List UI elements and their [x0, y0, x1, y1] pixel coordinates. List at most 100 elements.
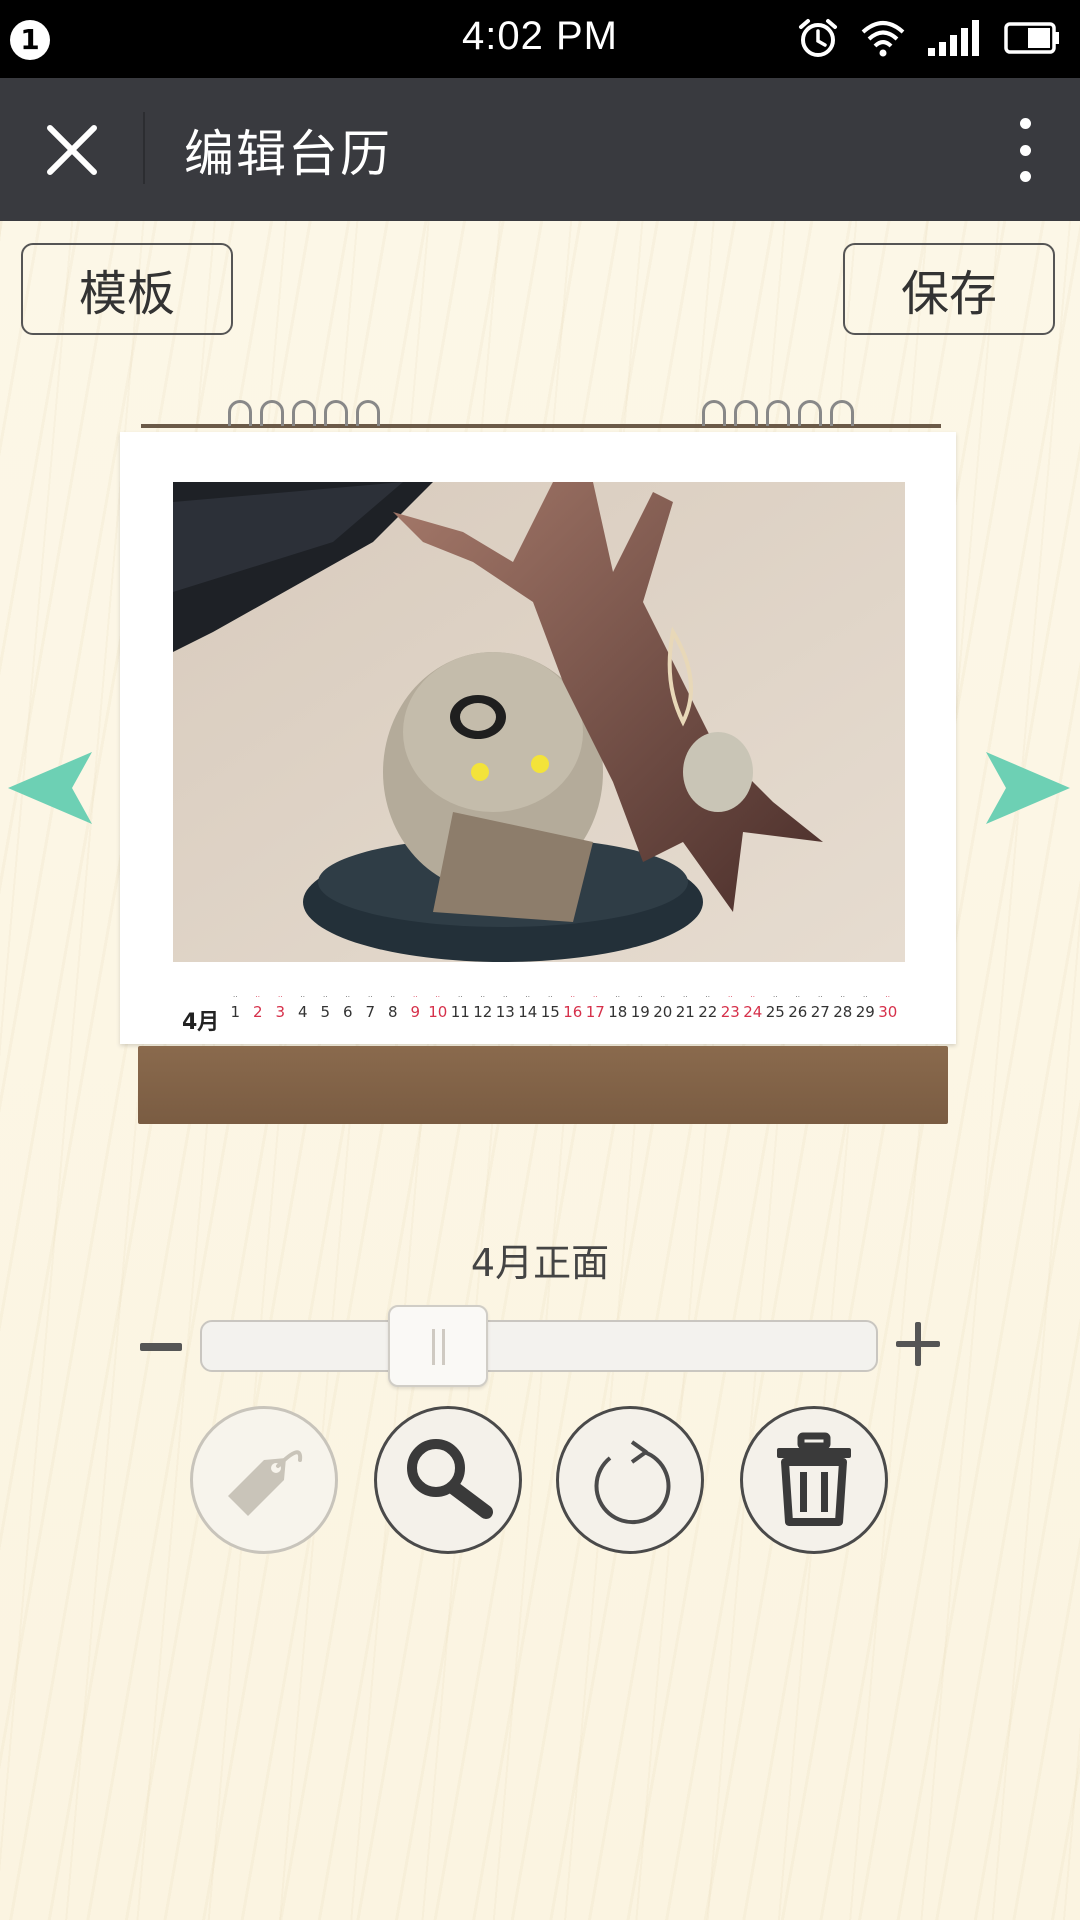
calendar-day-weekday: ·· [255, 993, 260, 1001]
desk-calendar-preview[interactable]: 4月 ·· 1 ·· 2 ·· 3 ·· 4 ·· 5 ·· 6 ·· 7 ·· 8 ·· 9 ·· 10 ·· 11 ··… [120, 400, 956, 1130]
calendar-day-weekday: ·· [750, 993, 755, 1001]
calendar-day-number: 3 [275, 1003, 286, 1021]
zoom-slider-track[interactable] [200, 1320, 878, 1372]
calendar-day-weekday: ·· [480, 993, 485, 1001]
calendar-day-number: 13 [495, 1003, 515, 1021]
rotate-button[interactable] [556, 1406, 704, 1554]
calendar-day-weekday: ·· [503, 993, 508, 1001]
calendar-day: ·· 12 [472, 992, 495, 1022]
signal-icon [928, 20, 979, 56]
status-icons [796, 16, 1062, 60]
alarm-icon [799, 19, 837, 57]
calendar-day: ·· 18 [607, 992, 630, 1022]
calendar-day: ·· 29 [854, 992, 877, 1022]
calendar-day: ·· 2 [247, 992, 270, 1022]
plus-icon[interactable] [896, 1322, 940, 1366]
arrow-right-icon[interactable] [986, 752, 1070, 824]
calendar-day: ·· 15 [539, 992, 562, 1022]
calendar-day: ·· 27 [809, 992, 832, 1022]
calendar-day-weekday: ·· [323, 993, 328, 1001]
wifi-icon [861, 21, 905, 57]
calendar-day: ·· 28 [832, 992, 855, 1022]
calendar-day: ·· 16 [562, 992, 585, 1022]
calendar-day-number: 23 [720, 1003, 740, 1021]
calendar-day-number: 6 [342, 1003, 353, 1021]
calendar-day: ·· 23 [719, 992, 742, 1022]
calendar-day: ·· 6 [337, 992, 360, 1022]
calendar-day-weekday: ·· [818, 993, 823, 1001]
calendar-day-weekday: ·· [705, 993, 710, 1001]
calendar-day-weekday: ·· [525, 993, 530, 1001]
calendar-day: ·· 17 [584, 992, 607, 1022]
arrow-left-icon[interactable] [8, 752, 92, 824]
calendar-day-weekday: ·· [345, 993, 350, 1001]
calendar-day-weekday: ·· [885, 993, 890, 1001]
binding-rings-left [228, 400, 380, 430]
calendar-day-number: 27 [810, 1003, 830, 1021]
calendar-day-weekday: ·· [368, 993, 373, 1001]
battery-icon [1004, 22, 1059, 54]
calendar-day-weekday: ·· [773, 993, 778, 1001]
calendar-day-number: 15 [540, 1003, 560, 1021]
calendar-day: ·· 8 [382, 992, 405, 1022]
calendar-day: ·· 21 [674, 992, 697, 1022]
minus-icon[interactable] [140, 1343, 182, 1351]
calendar-day-weekday: ·· [863, 993, 868, 1001]
calendar-day-weekday: ·· [300, 993, 305, 1001]
calendar-day: ·· 19 [629, 992, 652, 1022]
calendar-day-weekday: ·· [390, 993, 395, 1001]
calendar-day: ·· 11 [449, 992, 472, 1022]
calendar-day-number: 25 [765, 1003, 785, 1021]
calendar-day: ·· 1 [224, 992, 247, 1022]
calendar-stand [138, 1046, 948, 1124]
tag-button[interactable] [190, 1406, 338, 1554]
calendar-day: ·· 3 [269, 992, 292, 1022]
calendar-day-number: 11 [450, 1003, 470, 1021]
calendar-day-weekday: ·· [413, 993, 418, 1001]
calendar-day-weekday: ·· [570, 993, 575, 1001]
calendar-day-number: 4 [297, 1003, 308, 1021]
search-icon [407, 1439, 493, 1519]
calendar-day-number: 18 [608, 1003, 628, 1021]
calendar-day-weekday: ·· [615, 993, 620, 1001]
zoom-slider-thumb[interactable] [388, 1305, 488, 1387]
calendar-day-number: 8 [387, 1003, 398, 1021]
zoom-button[interactable] [374, 1406, 522, 1554]
trash-icon [777, 1432, 851, 1526]
calendar-day: ·· 5 [314, 992, 337, 1022]
calendar-day: ·· 25 [764, 992, 787, 1022]
calendar-photo[interactable] [173, 482, 905, 962]
calendar-day-weekday: ·· [638, 993, 643, 1001]
calendar-day-number: 24 [743, 1003, 763, 1021]
calendar-day: ·· 30 [877, 992, 900, 1022]
calendar-day-weekday: ·· [278, 993, 283, 1001]
calendar-day-number: 7 [365, 1003, 376, 1021]
status-bar: 1 4:02 PM [0, 0, 1080, 78]
calendar-page: 4月 ·· 1 ·· 2 ·· 3 ·· 4 ·· 5 ·· 6 ·· 7 ·· 8 ·· 9 ·· 10 ·· 11 ··… [120, 432, 956, 1044]
calendar-day: ·· 9 [404, 992, 427, 1022]
close-button[interactable] [30, 108, 114, 192]
save-button[interactable]: 保存 [843, 243, 1055, 335]
calendar-day-number: 5 [320, 1003, 331, 1021]
calendar-day: ·· 26 [787, 992, 810, 1022]
calendar-day-weekday: ·· [840, 993, 845, 1001]
calendar-day-number: 21 [675, 1003, 695, 1021]
page-title: 编辑台历 [184, 125, 392, 183]
template-button[interactable]: 模板 [21, 243, 233, 335]
calendar-day: ·· 4 [292, 992, 315, 1022]
calendar-day-number: 30 [878, 1003, 898, 1021]
delete-button[interactable] [740, 1406, 888, 1554]
calendar-day-weekday: ·· [683, 993, 688, 1001]
calendar-day-number: 20 [653, 1003, 673, 1021]
rotate-icon [594, 1440, 671, 1525]
close-icon [47, 125, 97, 175]
page-caption: 4月正面 [470, 1241, 610, 1285]
figurine-photo [173, 482, 905, 962]
calendar-day-number: 9 [410, 1003, 421, 1021]
calendar-days: 4月 ·· 1 ·· 2 ·· 3 ·· 4 ·· 5 ·· 6 ·· 7 ·· 8 ·· 9 ·· 10 ·· 11 ··… [182, 992, 942, 1035]
more-menu-button[interactable] [1010, 118, 1040, 182]
more-vertical-icon [1019, 118, 1031, 129]
calendar-day-weekday: ·· [728, 993, 733, 1001]
month-label: 4月 [182, 1010, 220, 1035]
calendar-day: ·· 14 [517, 992, 540, 1022]
